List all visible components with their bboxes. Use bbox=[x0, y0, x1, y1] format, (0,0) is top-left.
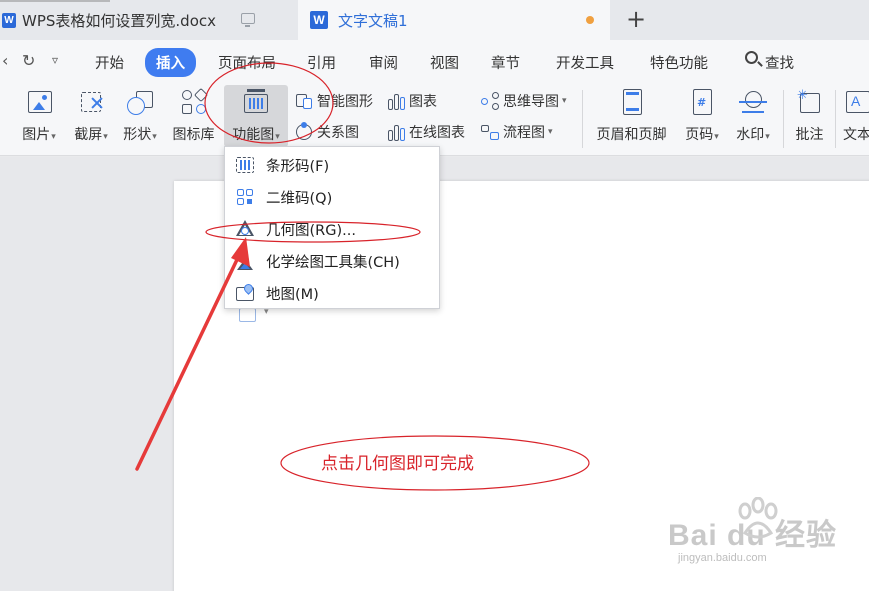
function-chart-dropdown: 条形码(F) 二维码(Q) 几何图(RG)... 化学绘图工具集(CH) 地图(… bbox=[224, 146, 440, 309]
menu-review[interactable]: 审阅 bbox=[369, 52, 398, 73]
relation-chart-button[interactable]: 关系图 bbox=[295, 122, 359, 142]
menu-view[interactable]: 视图 bbox=[430, 52, 459, 73]
comment-label: 批注 bbox=[795, 127, 824, 143]
relation-chart-label: 关系图 bbox=[317, 125, 359, 141]
ribbon-prev-edge bbox=[0, 88, 8, 124]
dropdown-item-qrcode[interactable]: 二维码(Q) bbox=[225, 181, 439, 213]
chemistry-flask-icon bbox=[235, 251, 255, 271]
dropdown-arrow-icon[interactable]: ▾ bbox=[562, 96, 567, 106]
dropdown-item-barcode[interactable]: 条形码(F) bbox=[225, 149, 439, 181]
picture-icon bbox=[24, 88, 54, 118]
function-chart-barcode-icon bbox=[241, 88, 271, 118]
menu-start[interactable]: 开始 bbox=[95, 52, 124, 73]
flowchart-icon bbox=[481, 123, 499, 141]
dropdown-item-geometry[interactable]: 几何图(RG)... bbox=[225, 213, 439, 245]
icon-library-label: 图标库 bbox=[172, 127, 215, 143]
screenshot-scissors-icon bbox=[76, 88, 106, 118]
comment-icon: ✳ bbox=[795, 88, 825, 118]
header-footer-icon bbox=[617, 88, 647, 118]
flowchart-button[interactable]: 流程图 ▾ bbox=[481, 122, 553, 142]
picture-label: 图片 bbox=[22, 124, 56, 144]
dropdown-item-label: 化学绘图工具集(CH) bbox=[266, 254, 400, 271]
search-icon[interactable] bbox=[745, 51, 758, 64]
text-box-icon: A bbox=[843, 88, 869, 118]
online-chart-button[interactable]: 在线图表 bbox=[387, 122, 465, 142]
geometry-icon bbox=[235, 219, 255, 239]
watermark-url: jingyan.baidu.com bbox=[678, 552, 767, 564]
watermark-label: 水印 bbox=[736, 124, 770, 144]
function-chart-button[interactable]: 功能图 bbox=[224, 85, 288, 147]
dropdown-arrow-icon[interactable]: ▾ bbox=[548, 127, 553, 137]
barcode-icon bbox=[235, 155, 255, 175]
monitor-icon[interactable] bbox=[241, 13, 255, 27]
dropdown-item-label: 条形码(F) bbox=[266, 158, 330, 175]
dropdown-item-label: 地图(M) bbox=[266, 286, 319, 303]
new-tab-button[interactable]: + bbox=[626, 7, 646, 31]
dropdown-item-map[interactable]: 地图(M) bbox=[225, 277, 439, 309]
watermark-icon bbox=[738, 88, 768, 118]
ribbon-separator bbox=[835, 90, 836, 148]
smart-graphic-button[interactable]: 智能图形 bbox=[295, 91, 373, 111]
function-chart-label: 功能图 bbox=[232, 124, 280, 144]
dropdown-item-chemistry[interactable]: 化学绘图工具集(CH) bbox=[225, 245, 439, 277]
smart-graphic-label: 智能图形 bbox=[317, 94, 373, 110]
dropdown-item-label: 几何图(RG)... bbox=[266, 222, 356, 239]
text-box-button[interactable]: A 文本 bbox=[843, 88, 869, 144]
chart-label: 图表 bbox=[409, 94, 437, 110]
screenshot-label: 截屏 bbox=[74, 124, 108, 144]
watermark-button[interactable]: 水印 bbox=[731, 88, 775, 144]
tab-title: WPS表格如何设置列宽.docx bbox=[22, 11, 216, 30]
shape-button[interactable]: 形状 bbox=[117, 88, 163, 144]
shape-label: 形状 bbox=[123, 124, 157, 144]
menu-special-features[interactable]: 特色功能 bbox=[650, 52, 708, 73]
shape-icon bbox=[125, 88, 155, 118]
qrcode-icon bbox=[235, 187, 255, 207]
screenshot-button[interactable]: 截屏 bbox=[66, 88, 116, 144]
icon-library-icon bbox=[179, 87, 209, 118]
mind-map-button[interactable]: 思维导图 ▾ bbox=[481, 91, 567, 111]
map-icon bbox=[235, 282, 255, 303]
customize-quick-access-icon[interactable]: ▿ bbox=[52, 53, 58, 67]
wps-writer-logo-icon: W bbox=[2, 12, 16, 28]
comment-button[interactable]: ✳ 批注 bbox=[792, 88, 828, 144]
mind-map-icon bbox=[481, 92, 499, 110]
bar-chart-icon bbox=[387, 92, 405, 110]
chart-button[interactable]: 图表 bbox=[387, 91, 437, 111]
page-number-button[interactable]: # 页码 bbox=[680, 88, 724, 144]
header-footer-button[interactable]: 页眉和页脚 bbox=[592, 88, 672, 144]
dropdown-item-label: 二维码(Q) bbox=[266, 190, 333, 207]
quick-access-chevron-icon[interactable]: ‹ bbox=[2, 51, 8, 70]
page-number-label: 页码 bbox=[685, 124, 719, 144]
smart-graphic-icon bbox=[295, 92, 313, 110]
tab-document-2[interactable]: W 文字文稿1 bbox=[298, 0, 610, 40]
picture-button[interactable]: 图片 bbox=[17, 88, 61, 144]
flowchart-label: 流程图 bbox=[503, 125, 545, 141]
baidu-paw-logo-icon bbox=[738, 497, 778, 539]
partial-icon bbox=[0, 88, 15, 118]
menu-insert[interactable]: 插入 bbox=[145, 48, 196, 77]
menu-references[interactable]: 引用 bbox=[307, 52, 336, 73]
menu-page-layout[interactable]: 页面布局 bbox=[218, 52, 276, 73]
menu-bar: ‹ ↻ ▿ 开始 插入 页面布局 引用 审阅 视图 章节 开发工具 特色功能 查… bbox=[0, 40, 869, 80]
wps-writer-logo-icon: W bbox=[310, 11, 328, 29]
hidden-menu-item-icon bbox=[239, 308, 256, 322]
header-footer-label: 页眉和页脚 bbox=[596, 127, 667, 143]
icon-library-button[interactable]: 图标库 bbox=[169, 87, 219, 144]
tab-title: 文字文稿1 bbox=[338, 11, 408, 30]
online-chart-icon bbox=[387, 123, 405, 141]
ribbon-separator bbox=[582, 90, 583, 148]
tab-bar: W WPS表格如何设置列宽.docx W 文字文稿1 + bbox=[0, 0, 869, 40]
unsaved-dot-icon bbox=[586, 16, 594, 24]
ribbon-separator bbox=[783, 90, 784, 148]
menu-chapter[interactable]: 章节 bbox=[491, 52, 520, 73]
page-number-icon: # bbox=[687, 88, 717, 118]
relation-chart-icon bbox=[295, 122, 313, 141]
online-chart-label: 在线图表 bbox=[409, 125, 465, 141]
annotation-note: 点击几何图即可完成 bbox=[321, 454, 474, 474]
search-label[interactable]: 查找 bbox=[765, 52, 794, 73]
text-box-label: 文本 bbox=[843, 127, 869, 143]
menu-developer-tools[interactable]: 开发工具 bbox=[556, 52, 614, 73]
mind-map-label: 思维导图 bbox=[503, 94, 559, 110]
redo-icon[interactable]: ↻ bbox=[22, 51, 35, 70]
